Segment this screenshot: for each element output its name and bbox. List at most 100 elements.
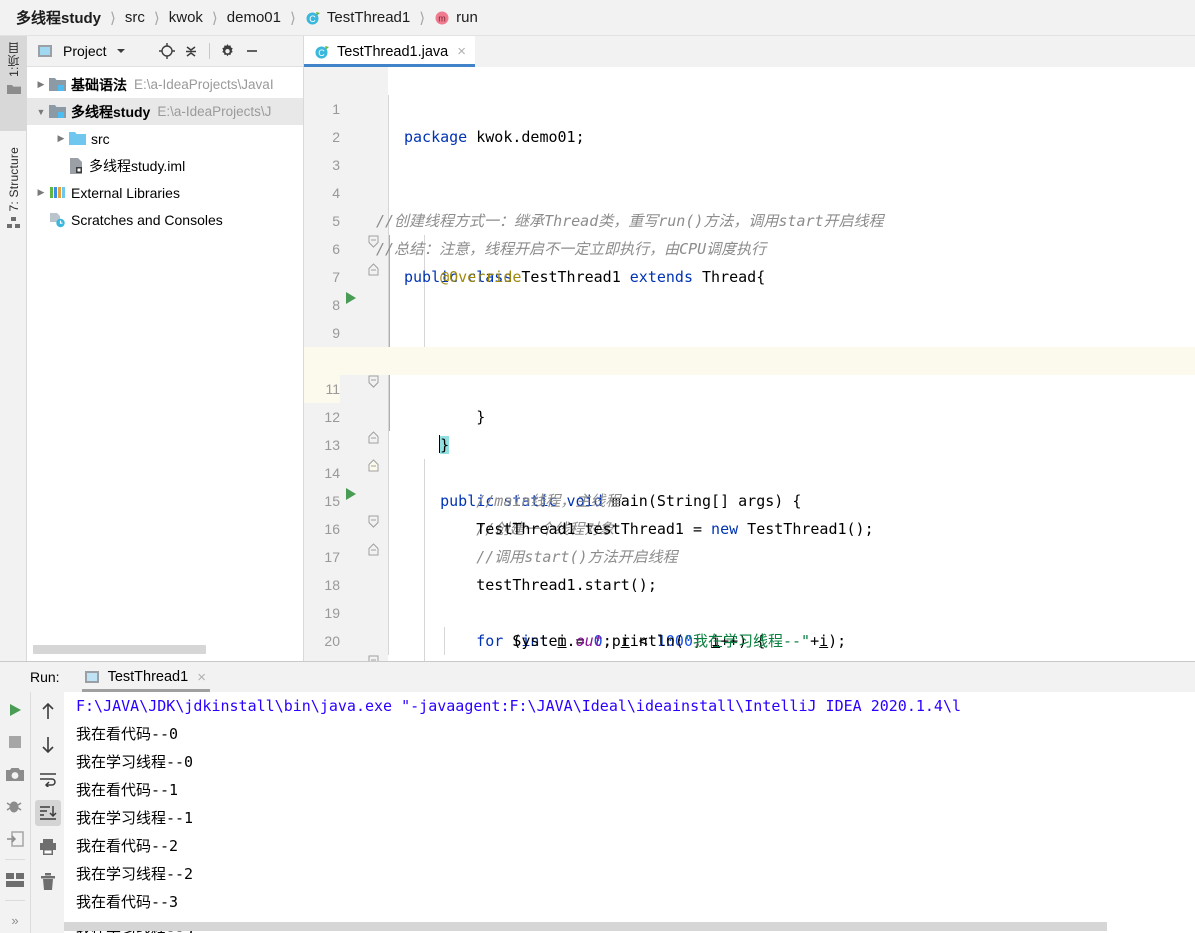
code-line: 20 } bbox=[304, 599, 1195, 649]
sidebar-item-structure-tab[interactable]: 7: Structure bbox=[0, 141, 27, 276]
editor-tab-bar: C TestThread1.java × bbox=[304, 36, 1195, 67]
scroll-to-end-icon[interactable] bbox=[34, 800, 61, 826]
tree-item-label: 多线程study.iml bbox=[89, 157, 186, 174]
breadcrumb-item-src[interactable]: src bbox=[125, 9, 145, 26]
breadcrumb-label: src bbox=[124, 9, 145, 26]
breadcrumb-separator: ⟩ bbox=[110, 9, 116, 27]
trash-icon[interactable] bbox=[35, 868, 61, 894]
folder-icon bbox=[6, 83, 21, 95]
breadcrumb-separator: ⟩ bbox=[211, 9, 218, 27]
print-icon[interactable] bbox=[35, 834, 61, 860]
scratches-icon bbox=[49, 212, 66, 228]
tree-item-label: Scratches and Consoles bbox=[71, 211, 223, 228]
breadcrumb-item-project[interactable]: 多线程study bbox=[10, 7, 101, 28]
tree-row-external-libraries[interactable]: ▶ External Libraries bbox=[27, 179, 303, 206]
console-horizontal-scrollbar[interactable] bbox=[64, 922, 1107, 931]
run-tool-window: Run: TestThread1 × » F:\JAVA\JDK\jdkinst… bbox=[0, 661, 1195, 933]
console-line: 我在看代码--3 bbox=[76, 893, 179, 911]
breadcrumb-label: TestThread1 bbox=[326, 9, 411, 26]
module-icon bbox=[49, 77, 66, 92]
editor-tab-testthread1[interactable]: C TestThread1.java × bbox=[304, 36, 475, 67]
source-folder-icon bbox=[69, 131, 86, 146]
locate-file-icon[interactable] bbox=[155, 39, 179, 63]
breadcrumb-item-method[interactable]: m run bbox=[434, 9, 478, 26]
tree-item-label: src bbox=[91, 130, 110, 147]
code-line: 14 //创建一个线程对象 bbox=[304, 431, 1195, 556]
code-line: 8 for (int i = 0; i < 100; i++) { bbox=[304, 263, 1195, 388]
run-toolbar-left: » bbox=[0, 692, 30, 933]
svg-text:C: C bbox=[309, 14, 316, 24]
tree-row-iml-file[interactable]: 多线程study.iml bbox=[27, 152, 303, 179]
toolbar-divider bbox=[208, 43, 210, 59]
gear-icon[interactable] bbox=[216, 39, 240, 63]
code-editor[interactable]: 1 package kwok.demo01; 2 3 //创建线程方式一：继承T… bbox=[304, 67, 1195, 661]
code-line: 19 System.out.println("我在学习线程--"+i); bbox=[304, 571, 1195, 650]
breadcrumb-label: 多线程study bbox=[16, 10, 102, 27]
code-line: 2 bbox=[304, 95, 1195, 145]
chevron-down-icon[interactable]: ▼ bbox=[33, 107, 49, 117]
tree-row-scratches[interactable]: Scratches and Consoles bbox=[27, 206, 303, 233]
tree-row-src[interactable]: ▶ src bbox=[27, 125, 303, 152]
tree-item-label: External Libraries bbox=[71, 184, 180, 201]
export-icon[interactable] bbox=[2, 827, 28, 851]
screenshot-icon[interactable] bbox=[2, 762, 28, 786]
run-window-body: » F:\JAVA\JDK\jdkinstall\bin\java.exe "-… bbox=[0, 692, 1195, 933]
editor-tab-label: TestThread1.java bbox=[337, 43, 449, 60]
breadcrumb-separator: ⟩ bbox=[290, 9, 296, 27]
code-line: 18 for (int i = 0; i < 1000; i++) { bbox=[304, 543, 1195, 661]
breadcrumb-item-kwok[interactable]: kwok bbox=[169, 9, 203, 26]
class-icon: C bbox=[305, 10, 321, 26]
chevron-right-icon[interactable]: ▶ bbox=[33, 187, 49, 198]
console-line: F:\JAVA\JDK\jdkinstall\bin\java.exe "-ja… bbox=[76, 697, 962, 715]
code-line: 10 } bbox=[304, 319, 1195, 444]
tree-item-label: 基础语法 bbox=[71, 76, 127, 93]
code-line: 3 //创建线程方式一：继承Thread类，重写run()方法，调用start开… bbox=[304, 123, 1195, 248]
minimize-icon[interactable] bbox=[240, 39, 264, 63]
code-line: 1 package kwok.demo01; bbox=[304, 67, 1195, 146]
soft-wrap-icon[interactable] bbox=[35, 766, 61, 792]
java-class-icon: C bbox=[314, 44, 330, 60]
run-tab-label: TestThread1 bbox=[107, 669, 189, 685]
code-line: 7 O public void run(){ bbox=[304, 235, 1195, 388]
run-tab-testthread1[interactable]: TestThread1 × bbox=[78, 662, 214, 692]
close-icon[interactable]: × bbox=[457, 43, 466, 60]
tree-row-multithread-study[interactable]: ▼ 多线程study E:\a-IdeaProjects\J bbox=[27, 98, 303, 125]
code-line: 4 //总结：注意，线程开启不一定立即执行，由CPU调度执行 bbox=[304, 151, 1195, 276]
breadcrumb-label: kwok bbox=[168, 9, 203, 26]
down-icon[interactable] bbox=[35, 732, 61, 758]
expand-toolbar-icon[interactable]: » bbox=[2, 909, 28, 933]
stop-icon[interactable] bbox=[2, 730, 28, 754]
debug-icon[interactable] bbox=[2, 794, 28, 818]
run-window-header: Run: TestThread1 × bbox=[0, 662, 1195, 692]
breadcrumb-label: demo01 bbox=[226, 9, 281, 26]
structure-icon bbox=[6, 217, 21, 229]
code-line: 17 testThread1.start(); bbox=[304, 515, 1195, 594]
chevron-right-icon[interactable]: ▶ bbox=[53, 133, 69, 144]
layout-icon[interactable] bbox=[2, 868, 28, 892]
code-line: 9 System.out.println("我在看代码--"+i); bbox=[304, 291, 1195, 370]
code-line-current: 11 } bbox=[304, 347, 1195, 472]
breadcrumb-item-class[interactable]: C TestThread1 bbox=[305, 9, 410, 26]
console-line: 我在看代码--2 bbox=[76, 837, 179, 855]
chevron-down-icon[interactable] bbox=[109, 39, 133, 63]
project-tab-label: 1:项目 bbox=[7, 42, 21, 77]
breadcrumb: 多线程study ⟩ src ⟩ kwok ⟩ demo01 ⟩ C TestT… bbox=[0, 0, 1195, 36]
idea-window: 多线程study ⟩ src ⟩ kwok ⟩ demo01 ⟩ C TestT… bbox=[0, 0, 1195, 933]
tree-item-label: 多线程study bbox=[71, 103, 151, 120]
chevron-right-icon[interactable]: ▶ bbox=[33, 79, 49, 90]
console-output[interactable]: F:\JAVA\JDK\jdkinstall\bin\java.exe "-ja… bbox=[64, 692, 1195, 933]
collapse-all-icon[interactable] bbox=[179, 39, 203, 63]
tree-item-path: E:\a-IdeaProjects\JavaI bbox=[134, 77, 274, 92]
run-label: Run: bbox=[30, 669, 60, 685]
close-icon[interactable]: × bbox=[197, 669, 206, 686]
console-line: 我在学习线程--1 bbox=[76, 809, 194, 827]
code-line: 21 } bbox=[304, 627, 1195, 655]
project-tree-horizontal-scrollbar[interactable] bbox=[33, 645, 206, 654]
project-tree: ▶ 基础语法 E:\a-IdeaProjects\JavaI ▼ 多线程stud… bbox=[27, 67, 303, 233]
tree-row-basic-grammar[interactable]: ▶ 基础语法 E:\a-IdeaProjects\JavaI bbox=[27, 71, 303, 98]
rerun-icon[interactable] bbox=[2, 698, 28, 722]
up-icon[interactable] bbox=[35, 698, 61, 724]
structure-tab-label: 7: Structure bbox=[6, 147, 21, 212]
breadcrumb-item-demo01[interactable]: demo01 bbox=[227, 9, 281, 26]
sidebar-item-project-tab[interactable]: 1:项目 bbox=[0, 36, 27, 131]
